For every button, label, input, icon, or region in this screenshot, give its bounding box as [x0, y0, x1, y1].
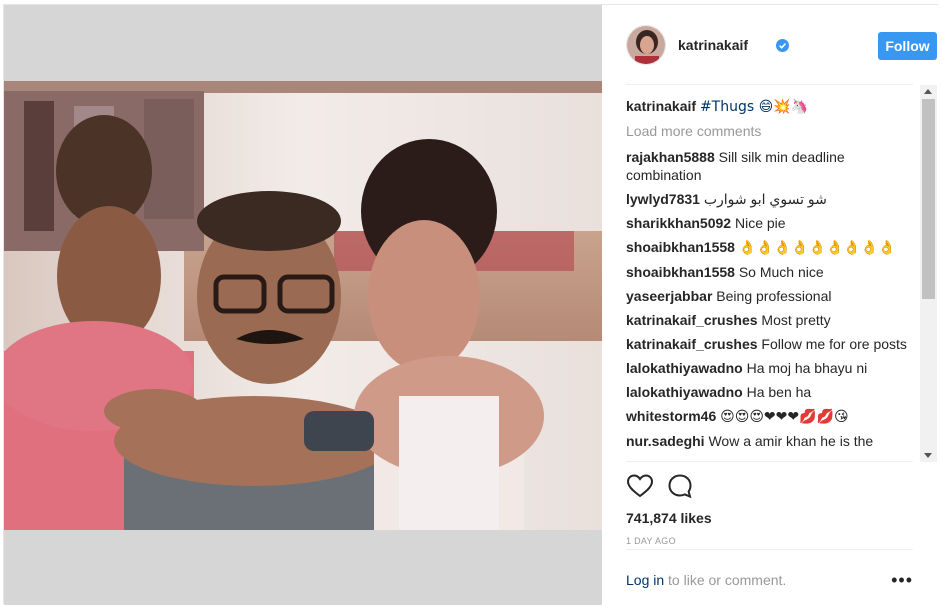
comment-text: شو تسوي ابو شوارب	[703, 191, 827, 207]
login-prompt-text: Log in to like or comment.	[626, 572, 786, 588]
scrollbar-thumb[interactable]	[922, 99, 935, 299]
post-actions: 741,874 likes 1 DAY AGO	[626, 461, 913, 549]
comment-username[interactable]: rajakhan5888	[626, 149, 715, 165]
comment-text: Ha ben ha	[746, 384, 812, 400]
comment-text: So Much nice	[738, 264, 824, 280]
comment-username[interactable]: shoaibkhan1558	[626, 264, 735, 280]
comment-item: nur.sadeghi Wow a amir khan he is the	[626, 432, 911, 450]
comment-item: lalokathiyawadno Ha moj ha bhayu ni	[626, 359, 911, 377]
load-more-comments-link[interactable]: Load more comments	[626, 122, 911, 140]
comment-item: lywlyd7831 شو تسوي ابو شوارب	[626, 190, 911, 208]
caption: katrinakaif #Thugs 😄💥🦄	[626, 97, 911, 116]
comments-list: katrinakaif #Thugs 😄💥🦄 Load more comment…	[626, 97, 911, 461]
follow-button[interactable]: Follow	[878, 32, 937, 60]
comment-item: shoaibkhan1558 👌👌👌👌👌👌👌👌👌	[626, 238, 911, 257]
comment-username[interactable]: lywlyd7831	[626, 191, 700, 207]
comment-username[interactable]: nur.sadeghi	[626, 433, 705, 449]
comments-scrollbar[interactable]	[920, 85, 937, 462]
instagram-post: katrinakaif Follow katrinakaif #Thugs 😄💥…	[3, 4, 939, 605]
comment-username[interactable]: whitestorm46	[626, 408, 716, 424]
comment-item: sharikkhan5092 Nice pie	[626, 214, 911, 232]
comment-text: Wow a amir khan he is the	[708, 433, 874, 449]
username[interactable]: katrinakaif	[678, 37, 748, 53]
comment-username[interactable]: lalokathiyawadno	[626, 384, 743, 400]
verified-badge-icon	[776, 39, 789, 52]
login-link[interactable]: Log in	[626, 572, 664, 588]
avatar[interactable]	[626, 25, 666, 65]
login-prompt: Log in to like or comment. •••	[626, 549, 913, 605]
comment-username[interactable]: katrinakaif_crushes	[626, 336, 758, 352]
comment-icon[interactable]	[666, 472, 694, 500]
comment-item: shoaibkhan1558 So Much nice	[626, 263, 911, 281]
comment-text: Follow me for ore posts	[761, 336, 907, 352]
comment-username[interactable]: lalokathiyawadno	[626, 360, 743, 376]
scroll-down-arrow-icon[interactable]	[924, 453, 932, 458]
likes-count[interactable]: 741,874 likes	[626, 510, 712, 526]
comment-item: katrinakaif_crushes Follow me for ore po…	[626, 335, 911, 353]
comment-item: lalokathiyawadno Ha ben ha	[626, 383, 911, 401]
comment-item: katrinakaif_crushes Most pretty	[626, 311, 911, 329]
scroll-up-arrow-icon[interactable]	[924, 89, 932, 94]
comment-text: 😍😍😍❤❤❤💋💋😘	[720, 409, 849, 425]
login-suffix: to like or comment.	[664, 572, 787, 588]
caption-text[interactable]: #Thugs 😄💥🦄	[700, 99, 808, 115]
photo-area	[4, 5, 602, 605]
post-header: katrinakaif Follow	[626, 25, 937, 85]
comment-username[interactable]: shoaibkhan1558	[626, 239, 735, 255]
comment-username[interactable]: sharikkhan5092	[626, 215, 731, 231]
caption-username[interactable]: katrinakaif	[626, 98, 696, 114]
more-options-icon[interactable]: •••	[891, 570, 913, 591]
post-timestamp[interactable]: 1 DAY AGO	[626, 536, 676, 546]
heart-icon[interactable]	[626, 472, 654, 500]
comment-text: 👌👌👌👌👌👌👌👌👌	[738, 240, 896, 256]
comment-item: whitestorm46 😍😍😍❤❤❤💋💋😘	[626, 407, 911, 426]
comment-item: rajakhan5888 Sill silk min deadline comb…	[626, 148, 911, 184]
comment-username[interactable]: katrinakaif_crushes	[626, 312, 758, 328]
comment-text: Being professional	[716, 288, 832, 304]
comment-item: yaseerjabbar Being professional	[626, 287, 911, 305]
comment-text: Ha moj ha bhayu ni	[746, 360, 868, 376]
comment-text: Most pretty	[761, 312, 831, 328]
comment-text: Nice pie	[734, 215, 786, 231]
post-photo[interactable]	[4, 81, 602, 530]
comment-username[interactable]: yaseerjabbar	[626, 288, 712, 304]
post-sidebar: katrinakaif Follow katrinakaif #Thugs 😄💥…	[602, 5, 939, 605]
